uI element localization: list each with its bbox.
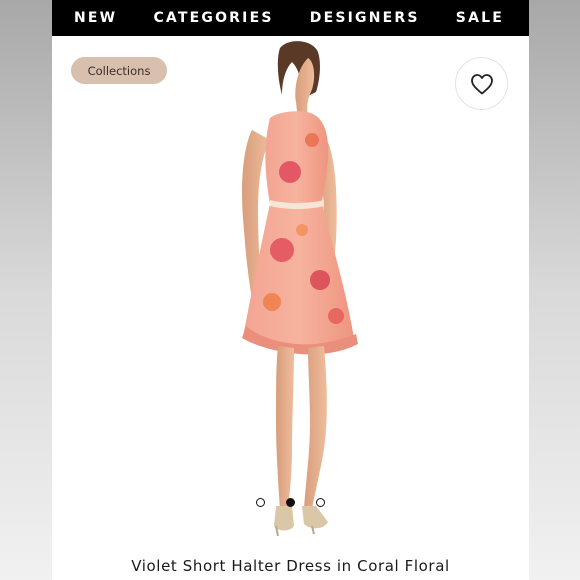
collections-chip-label: Collections xyxy=(87,63,151,78)
top-navigation: NEW CATEGORIES DESIGNERS SALE xyxy=(52,0,529,36)
heart-icon xyxy=(470,73,493,94)
carousel-indicators xyxy=(52,496,529,508)
collections-chip[interactable]: Collections xyxy=(71,57,167,84)
background-right xyxy=(528,0,580,580)
product-page: NEW CATEGORIES DESIGNERS SALE Collection… xyxy=(52,0,529,580)
product-photo xyxy=(242,41,358,537)
nav-sale[interactable]: SALE xyxy=(456,10,504,26)
carousel-dot-active[interactable] xyxy=(286,497,295,507)
nav-categories[interactable]: CATEGORIES xyxy=(153,10,273,26)
product-title: Violet Short Halter Dress in Coral Flora… xyxy=(131,557,450,575)
nav-designers[interactable]: DESIGNERS xyxy=(310,10,420,26)
favorite-button[interactable] xyxy=(455,57,508,110)
carousel-dot[interactable] xyxy=(316,497,325,507)
carousel-dot[interactable] xyxy=(256,497,265,507)
background-left xyxy=(0,0,52,580)
nav-new[interactable]: NEW xyxy=(74,10,117,26)
